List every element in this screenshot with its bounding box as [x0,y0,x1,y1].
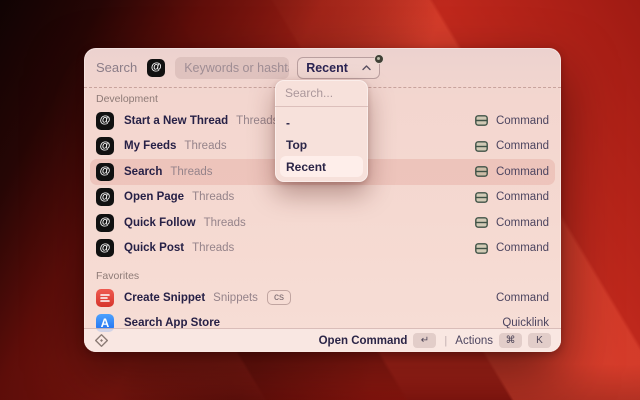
list-item[interactable]: @ Quick Post Threads Command [90,236,555,262]
snippets-icon [96,288,114,307]
return-keycap: ↵ [413,333,437,348]
command-window-icon [475,191,488,203]
item-title: Quick Follow [124,216,196,229]
dropdown-item[interactable]: - [280,112,363,133]
item-type-label: Command [495,191,549,204]
primary-action-button[interactable]: Open Command [319,335,408,347]
item-title: Start a New Thread [124,114,229,127]
item-type-label: Command [495,216,549,229]
threads-icon: @ [147,58,166,77]
item-title: Create Snippet [124,291,206,304]
k-keycap: K [528,333,551,348]
section-header: Favorites [96,270,140,282]
context-label: Search [96,60,138,75]
filter-dropdown-button[interactable]: Recent [297,53,384,79]
launcher-window: Search @ Keywords or hashtags Recent Dev… [84,48,561,352]
item-subtitle: Threads [192,191,235,204]
item-title: Quick Post [124,242,185,255]
threads-icon: @ [96,137,114,156]
item-title: Search [124,165,163,178]
chevron-up-icon [362,64,371,70]
raycast-logo-icon [94,333,109,348]
filter-dropdown-panel: Search... - Top Recent [275,80,368,182]
threads-icon: @ [96,162,114,181]
item-title: Open Page [124,191,185,204]
list-item[interactable]: @ Quick Follow Threads Command [90,210,555,236]
actions-button[interactable]: Actions [455,335,493,347]
list-item[interactable]: @ Open Page Threads Command [90,185,555,211]
dropdown-item[interactable]: Top [280,134,363,155]
threads-icon: @ [96,188,114,207]
dropdown-items: - Top Recent [275,107,368,177]
list-item[interactable]: Create Snippet Snippets cs Command [90,285,555,311]
command-window-icon [475,217,488,229]
filter-selected-label: Recent [306,60,348,75]
item-type-label: Command [495,165,549,178]
item-subtitle: Threads [192,242,235,255]
command-window-icon [475,166,488,178]
item-subtitle: Snippets [213,291,258,304]
search-input[interactable]: Keywords or hashtags [175,56,290,79]
footer-divider: | [444,334,448,347]
action-bar: Open Command ↵ | Actions ⌘ K [84,328,561,352]
item-type-label: Command [495,291,549,304]
command-window-icon [475,140,488,152]
threads-icon: @ [96,239,114,258]
item-alias-badge: cs [266,290,291,306]
command-window-icon [475,242,488,254]
threads-icon: @ [96,213,114,232]
notification-badge [373,53,384,64]
item-subtitle: Threads [184,140,227,153]
command-keycap: ⌘ [499,333,522,348]
dropdown-item[interactable]: Recent [280,156,363,177]
item-subtitle: Threads [236,114,279,127]
item-subtitle: Threads [170,165,213,178]
item-type-label: Command [495,242,549,255]
dropdown-search-input[interactable]: Search... [275,80,368,107]
item-type-label: Command [495,114,549,127]
command-window-icon [475,115,488,127]
item-subtitle: Threads [203,216,246,229]
item-title: My Feeds [124,140,177,153]
threads-icon: @ [96,111,114,130]
item-type-label: Command [495,140,549,153]
